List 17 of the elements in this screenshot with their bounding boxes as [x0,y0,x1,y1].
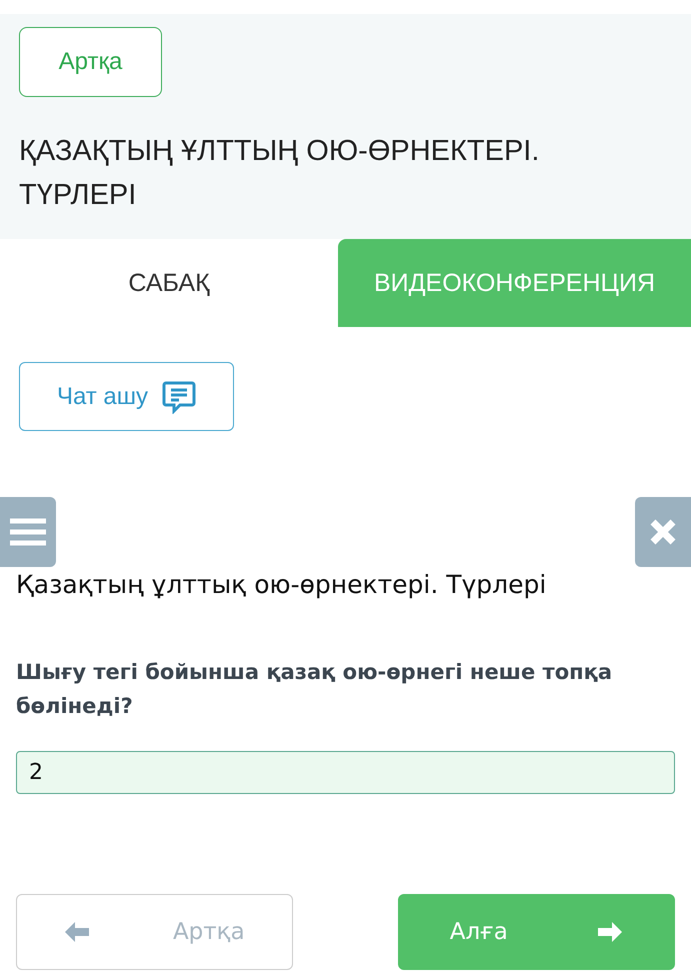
close-icon [650,519,676,545]
button-label: Алға [450,919,508,945]
close-button[interactable] [635,497,691,567]
arrow-left-icon [64,921,90,943]
answer-field[interactable]: 2 [16,751,675,794]
button-label: Артқа [172,919,245,945]
arrow-right-icon [597,921,624,943]
tab[interactable]: ВИДЕОКОНФЕРЕНЦИЯ [338,239,691,327]
back-button[interactable]: Артқа [19,27,162,97]
course-title: ҚАЗАҚТЫҢ ҰЛТТЫҢ ОЮ-ӨРНЕКТЕРІ. ТҮРЛЕРІ [19,134,540,213]
question-text: Шығу тегі бойынша қазақ ою-өрнегі неше топқа бөлінеді? [16,659,614,720]
menu-icon [10,517,46,547]
chat-icon [162,380,196,414]
next-button[interactable]: Алға [398,894,675,970]
lesson-title: Қазақтың ұлттық ою-өрнектері. Түрлері [16,569,548,601]
menu-button[interactable] [0,497,56,567]
open-chat-button[interactable]: Чат ашу [19,362,234,431]
